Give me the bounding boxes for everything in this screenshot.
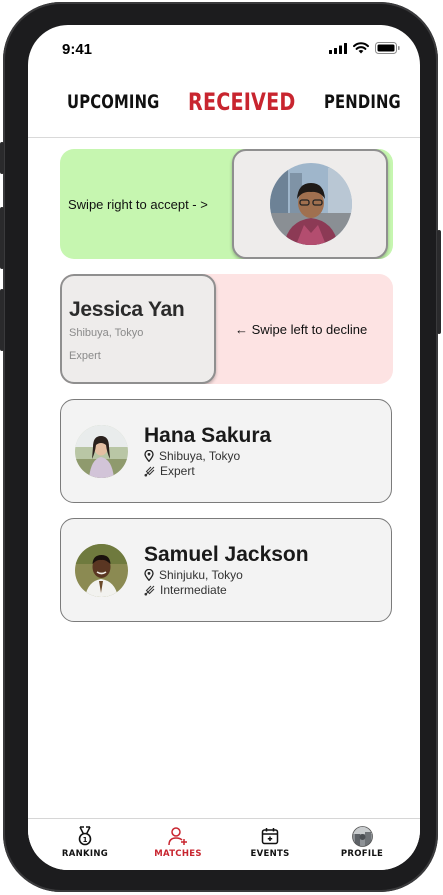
- svg-text:1: 1: [83, 836, 88, 844]
- requester-level: Expert: [69, 350, 101, 362]
- requester-location: Shibuya, Tokyo: [69, 327, 144, 339]
- match-level-row: Intermediate: [144, 583, 227, 597]
- requester-photo: [270, 163, 352, 245]
- phone-frame: 9:41 UPCOMING RECEIVED PENDING Swipe rig…: [0, 2, 441, 892]
- nav-events-label: EVENTS: [250, 849, 290, 859]
- nav-profile-label: PROFILE: [340, 849, 384, 859]
- status-bar: 9:41: [28, 25, 420, 71]
- match-location-row: Shinjuku, Tokyo: [144, 568, 243, 582]
- request-info-panel[interactable]: Jessica Yan Shibuya, Tokyo Expert: [60, 274, 216, 384]
- battery-icon: [375, 42, 400, 54]
- volume-down-button: [0, 289, 4, 351]
- power-button: [437, 230, 441, 334]
- add-user-icon: [168, 827, 187, 846]
- medal-icon: 1: [78, 826, 92, 846]
- match-name: Samuel Jackson: [144, 543, 309, 566]
- match-level-row: Expert: [144, 464, 195, 478]
- screen: 9:41 UPCOMING RECEIVED PENDING Swipe rig…: [28, 25, 420, 870]
- tab-upcoming[interactable]: UPCOMING: [67, 91, 159, 113]
- status-time: 9:41: [62, 41, 93, 58]
- volume-up-button: [0, 207, 4, 269]
- avatar: [75, 544, 128, 597]
- location-pin-icon: [144, 569, 154, 581]
- requester-name: Jessica Yan: [69, 298, 185, 321]
- nav-events[interactable]: EVENTS: [235, 825, 305, 859]
- match-card[interactable]: Hana Sakura Shibuya, Tokyo Expert: [60, 399, 392, 503]
- swipe-accept-hint: Swipe right to accept - >: [68, 197, 208, 212]
- nav-profile[interactable]: PROFILE: [327, 825, 397, 859]
- nav-matches[interactable]: MATCHES: [143, 825, 213, 859]
- swipe-decline-card[interactable]: Jessica Yan Shibuya, Tokyo Expert ← Swip…: [60, 274, 393, 384]
- wifi-icon: [353, 42, 369, 54]
- nav-matches-label: MATCHES: [154, 849, 202, 859]
- swipe-decline-hint: ← Swipe left to decline: [235, 322, 368, 337]
- signal-icon: [329, 42, 347, 54]
- status-icons: [329, 42, 400, 54]
- request-photo-panel[interactable]: [232, 149, 388, 259]
- match-level: Expert: [160, 464, 195, 478]
- shuttlecock-icon: [144, 466, 155, 476]
- shuttlecock-icon: [144, 585, 155, 595]
- calendar-add-icon: [261, 828, 279, 845]
- swipe-accept-card[interactable]: Swipe right to accept - >: [60, 149, 393, 259]
- tab-pending[interactable]: PENDING: [324, 91, 401, 113]
- match-card[interactable]: Samuel Jackson Shinjuku, Tokyo Intermedi…: [60, 518, 392, 622]
- mute-switch: [0, 142, 4, 174]
- location-pin-icon: [144, 450, 154, 462]
- match-location: Shinjuku, Tokyo: [159, 568, 243, 582]
- match-location-row: Shibuya, Tokyo: [144, 449, 240, 463]
- nav-ranking-label: RANKING: [61, 849, 109, 859]
- match-location: Shibuya, Tokyo: [159, 449, 241, 463]
- match-name: Hana Sakura: [144, 424, 272, 447]
- tab-received[interactable]: RECEIVED: [188, 88, 295, 116]
- bottom-nav: 1 RANKING MATCHES EVENTS PROFILE: [28, 818, 420, 870]
- nav-ranking[interactable]: 1 RANKING: [50, 825, 120, 859]
- match-level: Intermediate: [160, 583, 227, 597]
- avatar: [75, 425, 128, 478]
- tab-bar: UPCOMING RECEIVED PENDING: [28, 87, 420, 138]
- profile-avatar: [351, 825, 373, 847]
